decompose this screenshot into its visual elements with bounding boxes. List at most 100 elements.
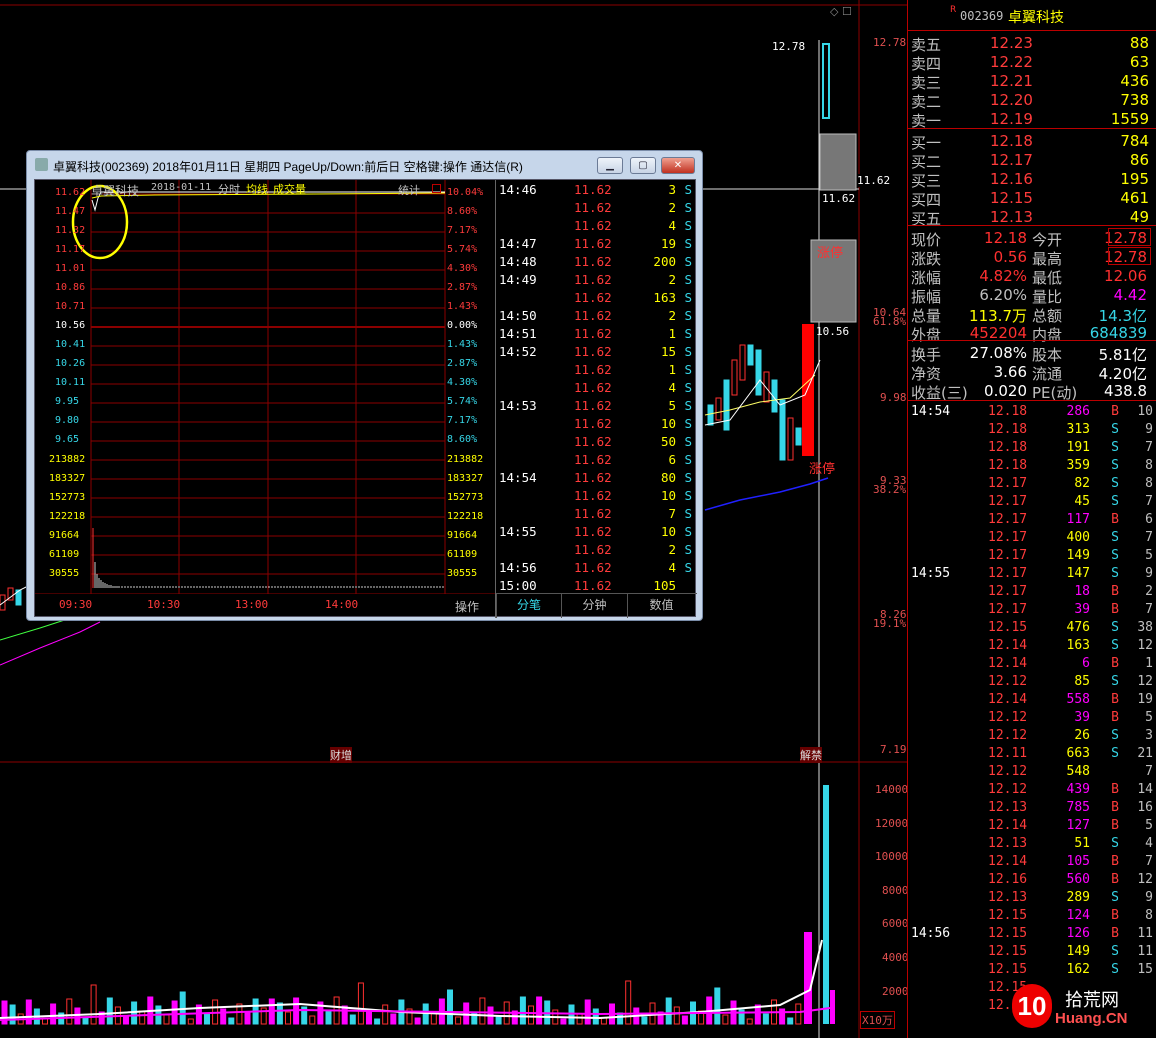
trade-time: 14:47 xyxy=(499,236,537,251)
event-marker[interactable]: 解禁 xyxy=(800,747,822,763)
trade-side: S xyxy=(684,236,692,251)
trade-side: S xyxy=(684,452,692,467)
trade-time: 14:46 xyxy=(499,182,537,197)
close-button[interactable]: ✕ xyxy=(661,157,695,174)
tick-side: B xyxy=(1111,854,1119,869)
trade-volume: 50 xyxy=(660,434,676,449)
candle xyxy=(707,404,714,426)
tick-count: 6 xyxy=(1145,512,1153,527)
trade-row: 14:47 11.62 19 S xyxy=(496,235,696,253)
bid-row[interactable]: 买四 12.15 461 xyxy=(908,188,1156,209)
tick-count: 2 xyxy=(1145,584,1153,599)
ask-row[interactable]: 卖二 12.20 738 xyxy=(908,90,1156,111)
ask-row[interactable]: 卖五 12.23 88 xyxy=(908,33,1156,54)
volume-bar xyxy=(244,1012,251,1025)
volume-bar xyxy=(479,997,486,1025)
chart-corner-icons[interactable]: ◇ ☐ xyxy=(830,5,852,18)
volume-bar xyxy=(795,1003,802,1025)
tick-volume: 560 xyxy=(1066,872,1090,887)
ask-price: 12.21 xyxy=(990,72,1033,90)
tick-count: 3 xyxy=(1145,728,1153,743)
candle xyxy=(715,397,722,421)
trade-price: 11.62 xyxy=(574,542,612,557)
tick-count: 7 xyxy=(1145,440,1153,455)
volume-bar xyxy=(50,1003,57,1025)
tick-count: 9 xyxy=(1145,890,1153,905)
tick-row: 12.17 117 B 6 xyxy=(908,511,1156,529)
toggle-icon[interactable] xyxy=(432,184,441,193)
window-title: 卓翼科技(002369) 2018年01月11日 星期四 PageUp/Down… xyxy=(53,160,523,174)
volume-bar xyxy=(228,1017,235,1025)
tick-count: 1 xyxy=(1145,656,1153,671)
ask-row[interactable]: 卖三 12.21 436 xyxy=(908,71,1156,92)
price-tick: 9.98 xyxy=(880,391,907,404)
trade-volume: 4 xyxy=(668,560,676,575)
tick-volume: 105 xyxy=(1066,854,1090,869)
ask-volume: 63 xyxy=(1129,53,1149,71)
operate-button[interactable]: 操作 xyxy=(455,598,479,615)
stat-row: 振幅 6.20% 量比 4.42 xyxy=(908,285,1156,306)
minimize-button[interactable]: ▁ xyxy=(597,157,623,174)
intraday-chart[interactable] xyxy=(35,180,495,594)
tick-row: 12.17 45 S 7 xyxy=(908,493,1156,511)
maximize-button[interactable]: ▢ xyxy=(630,157,656,174)
trade-time: 14:53 xyxy=(499,398,537,413)
trade-side: S xyxy=(684,182,692,197)
tick-row: 12.14 558 B 19 xyxy=(908,691,1156,709)
tick-count: 12 xyxy=(1137,872,1153,887)
volume-bar xyxy=(390,1013,397,1025)
tab-ticks[interactable]: 分笔 xyxy=(496,594,561,618)
tick-row: 12.12 39 B 5 xyxy=(908,709,1156,727)
tick-price: 12.14 xyxy=(988,818,1028,833)
volume-bar xyxy=(714,987,721,1025)
stat-label: 外盘 xyxy=(911,326,942,344)
event-marker[interactable]: 财增 xyxy=(330,747,352,763)
trade-volume: 4 xyxy=(668,380,676,395)
popup-pct-tick: 8.60% xyxy=(447,206,478,217)
popup-pct-tick: 4.30% xyxy=(447,263,478,274)
intraday-popup-window[interactable]: 卓翼科技(002369) 2018年01月11日 星期四 PageUp/Down… xyxy=(26,150,703,621)
tab-values[interactable]: 数值 xyxy=(627,594,695,618)
tick-row: 12.12 85 S 12 xyxy=(908,673,1156,691)
label-avg-line: 均线 xyxy=(246,183,268,196)
popup-vol-tick: 91664 xyxy=(49,530,80,541)
bid-row[interactable]: 买二 12.17 86 xyxy=(908,150,1156,171)
tab-minutes[interactable]: 分钟 xyxy=(561,594,627,618)
bid-row[interactable]: 买五 12.13 49 xyxy=(908,207,1156,228)
stat-value: 12.18 xyxy=(984,229,1027,247)
tick-row: 12.11 663 S 21 xyxy=(908,745,1156,763)
tick-price: 12.13 xyxy=(988,890,1028,905)
stock-flag: R xyxy=(950,5,957,15)
candle xyxy=(802,324,814,456)
tick-row: 12.13 51 S 4 xyxy=(908,835,1156,853)
tick-count: 5 xyxy=(1145,710,1153,725)
tick-volume: 558 xyxy=(1066,692,1090,707)
tick-side: B xyxy=(1111,404,1119,419)
trade-row: 14:52 11.62 15 S xyxy=(496,343,696,361)
trade-price: 11.62 xyxy=(574,560,612,575)
volume-bar xyxy=(722,1014,729,1025)
popup-price-tick: 10.56 xyxy=(55,320,86,331)
trade-side: S xyxy=(684,200,692,215)
popup-price-tick: 11.62 xyxy=(55,187,86,198)
stats-button[interactable]: 统计 xyxy=(398,182,420,198)
ask-row[interactable]: 卖一 12.19 1559 xyxy=(908,109,1156,130)
bid-row[interactable]: 买三 12.16 195 xyxy=(908,169,1156,190)
pct-tick: 38.2% xyxy=(873,483,907,496)
tick-volume: 85 xyxy=(1074,674,1090,689)
volume-bar xyxy=(519,996,526,1025)
popup-price-tick: 9.65 xyxy=(55,434,80,445)
volume-bar xyxy=(576,1013,583,1025)
trade-side: S xyxy=(684,470,692,485)
tick-price: 12.12 xyxy=(988,674,1028,689)
popup-price-tick: 9.80 xyxy=(55,415,80,426)
trade-price: 11.62 xyxy=(574,308,612,323)
volume-bar xyxy=(366,1009,372,1025)
tick-price: 12.17 xyxy=(988,512,1028,527)
bid-row[interactable]: 买一 12.18 784 xyxy=(908,131,1156,152)
tick-price: 12.17 xyxy=(988,602,1028,617)
tick-side: S xyxy=(1111,746,1119,761)
tick-count: 38 xyxy=(1137,620,1153,635)
bid-volume: 461 xyxy=(1120,189,1149,207)
ask-row[interactable]: 卖四 12.22 63 xyxy=(908,52,1156,73)
